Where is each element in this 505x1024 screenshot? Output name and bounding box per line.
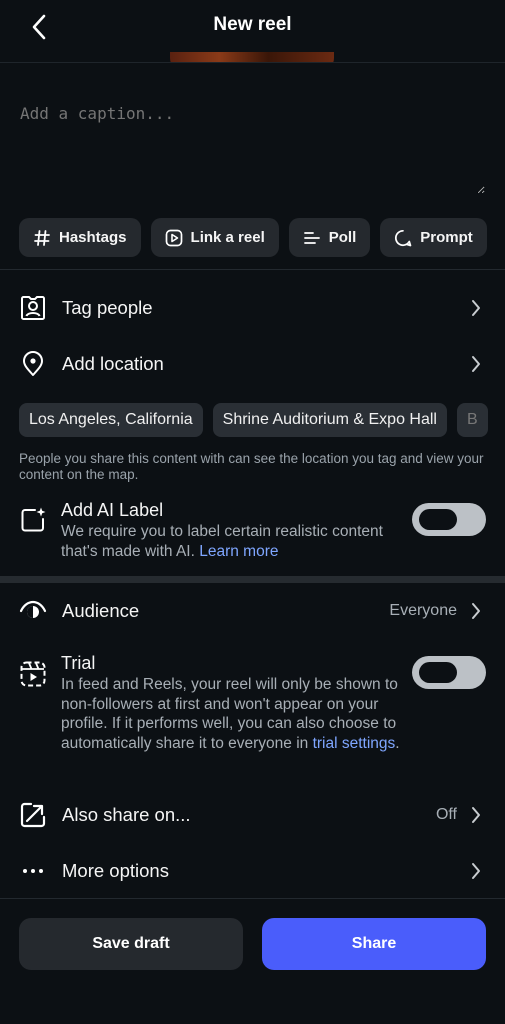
divider [0, 898, 505, 899]
tag-people-row[interactable]: Tag people [0, 288, 505, 328]
chevron-right-icon [469, 298, 483, 318]
trial-description: In feed and Reels, your reel will only b… [61, 675, 401, 753]
more-options-row[interactable]: More options [0, 852, 505, 890]
chevron-right-icon [469, 354, 483, 374]
share-external-icon [19, 801, 47, 829]
share-button[interactable]: Share [262, 918, 486, 970]
add-location-label: Add location [62, 353, 164, 374]
trial-settings-link[interactable]: trial settings [313, 735, 396, 752]
also-share-label: Also share on... [62, 804, 191, 825]
trial-title: Trial [61, 653, 96, 673]
location-suggestion[interactable]: Shrine Auditorium & Expo Hall [212, 403, 447, 437]
toggle-knob [419, 662, 457, 683]
location-pin-icon [19, 350, 47, 378]
more-dots-icon [19, 857, 47, 885]
ai-label-title: Add AI Label [61, 500, 164, 520]
chip-label: Prompt [420, 229, 473, 246]
section-separator [0, 576, 505, 583]
save-draft-button[interactable]: Save draft [19, 918, 243, 970]
learn-more-link[interactable]: Learn more [199, 543, 278, 560]
caption-tools: Hashtags Link a reel Poll Prompt [19, 218, 487, 257]
ai-label-icon [19, 506, 47, 534]
link-reel-button[interactable]: Link a reel [150, 218, 279, 257]
chevron-right-icon [469, 601, 483, 621]
chip-label: Poll [328, 229, 357, 246]
also-share-row[interactable]: Also share on... Off [0, 796, 505, 834]
location-note: People you share this content with can s… [19, 451, 484, 482]
trial-description-suffix: . [395, 734, 400, 752]
header: New reel [0, 0, 505, 62]
audience-value: Everyone [389, 602, 457, 619]
ai-label-toggle[interactable] [412, 503, 486, 536]
ai-label-description: We require you to label certain realisti… [61, 522, 391, 562]
link-reel-icon [165, 229, 182, 246]
prompt-button[interactable]: Prompt [380, 218, 487, 257]
tag-people-label: Tag people [62, 297, 153, 318]
audience-row[interactable]: Audience Everyone [0, 592, 505, 630]
divider [0, 269, 505, 270]
poll-icon [303, 231, 320, 244]
also-share-value: Off [435, 806, 457, 823]
new-reel-screen: New reel Hashtags Link a reel Poll Promp… [0, 0, 505, 1024]
location-suggestion[interactable]: Los Angeles, California [19, 403, 203, 437]
toggle-knob [419, 509, 457, 530]
tag-people-icon [19, 294, 47, 322]
trial-reel-icon [19, 660, 47, 688]
prompt-icon [395, 229, 412, 246]
audience-label: Audience [62, 600, 140, 621]
location-suggestions: Los Angeles, California Shrine Auditoriu… [0, 403, 505, 437]
location-suggestion[interactable]: B [456, 403, 488, 437]
add-location-row[interactable]: Add location [0, 344, 505, 384]
audience-eye-icon [19, 597, 47, 625]
trial-toggle[interactable] [412, 656, 486, 689]
caption-input[interactable] [20, 104, 485, 194]
chevron-right-icon [469, 861, 483, 881]
hashtags-button[interactable]: Hashtags [19, 218, 141, 257]
chip-label: Hashtags [59, 229, 127, 246]
chevron-right-icon [469, 805, 483, 825]
more-options-label: More options [62, 860, 169, 881]
page-title: New reel [213, 14, 292, 35]
poll-button[interactable]: Poll [288, 218, 371, 257]
hashtag-icon [34, 229, 50, 246]
chip-label: Link a reel [190, 229, 265, 246]
